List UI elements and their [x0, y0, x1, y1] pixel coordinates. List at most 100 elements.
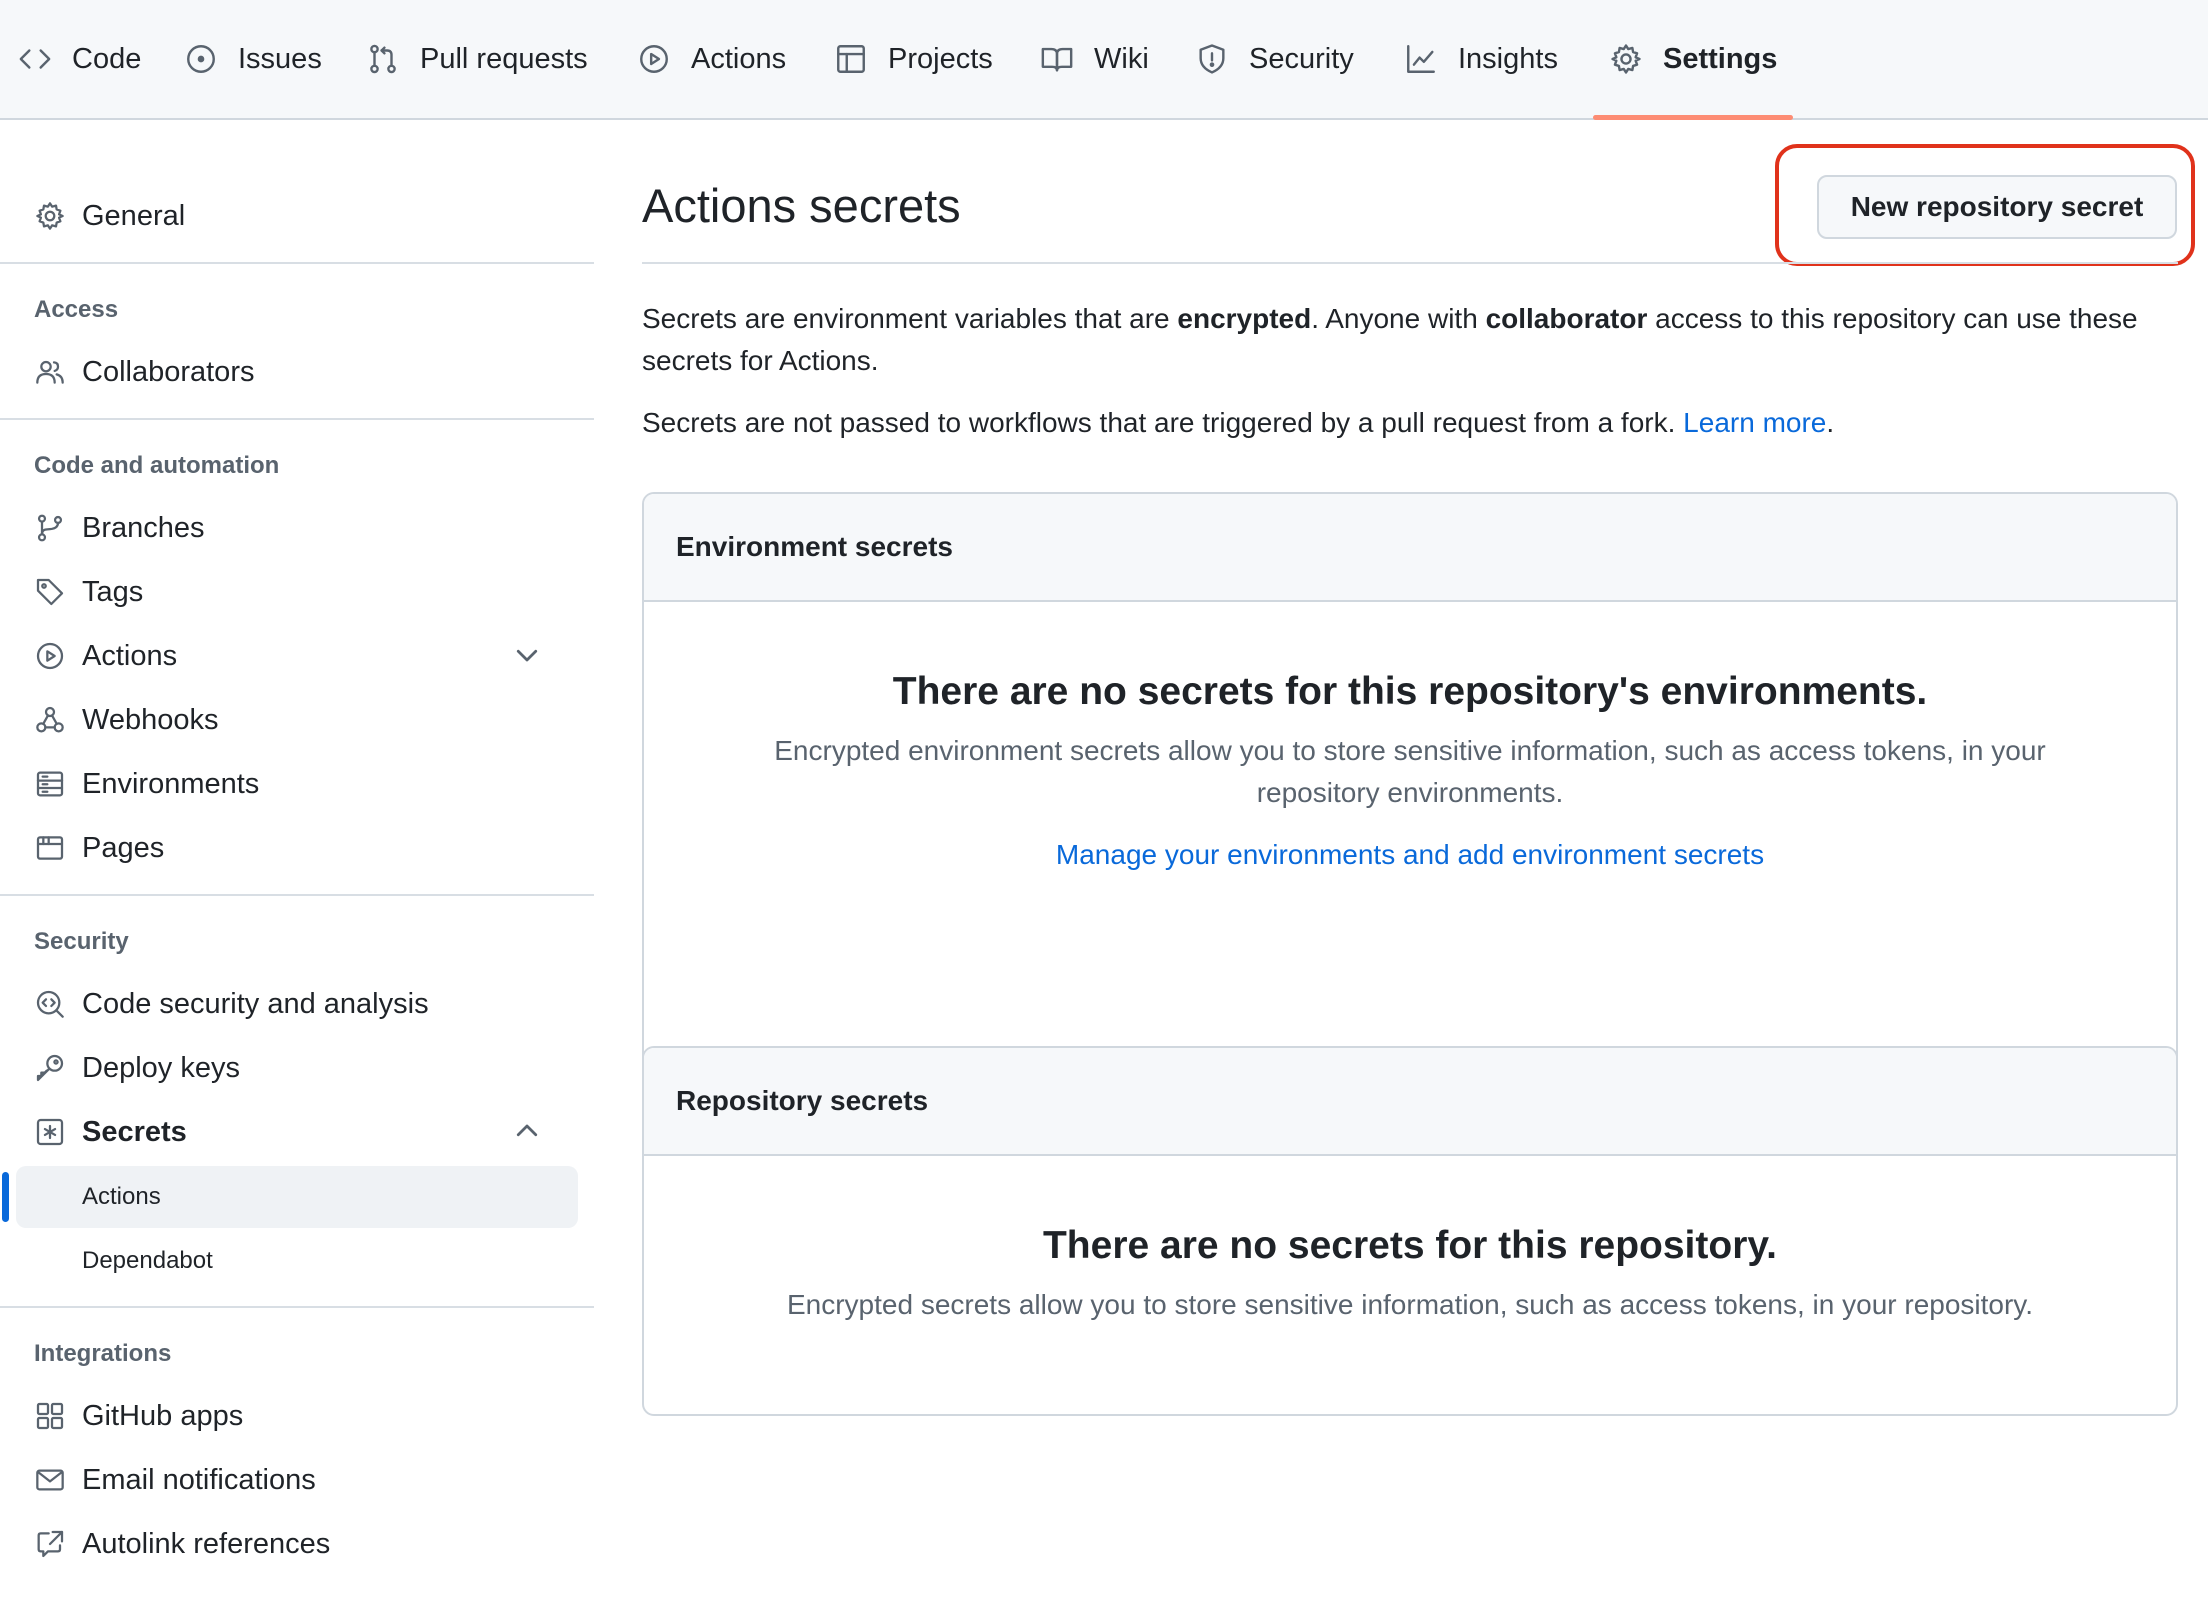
sidebar-item-label: Collaborators	[82, 355, 255, 388]
sidebar-item-code-security[interactable]: Code security and analysis	[16, 974, 578, 1034]
tab-security[interactable]: Security	[1195, 0, 1354, 118]
people-icon	[36, 360, 64, 384]
blankslate-description: Encrypted secrets allow you to store sen…	[786, 1289, 2034, 1320]
sidebar-subitem-secrets-actions[interactable]: Actions	[16, 1166, 578, 1228]
sidebar-item-pages[interactable]: Pages	[16, 818, 578, 878]
sidebar-divider	[0, 262, 594, 264]
tab-label: Security	[1249, 42, 1354, 75]
blankslate-title: There are no secrets for this repository…	[1042, 1224, 1777, 1267]
server-icon	[36, 771, 64, 797]
sidebar-item-actions[interactable]: Actions	[16, 626, 578, 686]
git-pull-request-icon	[370, 44, 396, 74]
sidebar-heading-access: Access	[34, 296, 119, 323]
browser-icon	[36, 836, 64, 860]
sidebar-divider	[0, 1306, 594, 1308]
sidebar-subitem-label: Dependabot	[82, 1247, 213, 1274]
sidebar-item-label: Actions	[82, 639, 178, 672]
sidebar-item-label: Code security and analysis	[82, 987, 429, 1020]
cross-reference-icon	[37, 1530, 64, 1558]
desc-text: Secrets are environment variables that a…	[642, 303, 1178, 334]
repo-nav: Code Issues Pull requests Actions Projec…	[0, 0, 2208, 120]
sidebar-item-email-notifications[interactable]: Email notifications	[16, 1450, 578, 1510]
tab-label: Issues	[238, 42, 322, 75]
play-icon	[36, 642, 64, 670]
blankslate-title: There are no secrets for this repository…	[892, 670, 1928, 713]
page-title: Actions secrets	[642, 179, 961, 232]
codescan-icon	[36, 990, 64, 1018]
sidebar-item-branches[interactable]: Branches	[16, 498, 578, 558]
learn-more-link[interactable]: Learn more	[1683, 407, 1826, 438]
table-icon	[837, 45, 865, 73]
shield-icon	[1199, 44, 1225, 74]
sidebar-item-label: Environments	[82, 767, 260, 800]
tab-label: Projects	[888, 42, 993, 75]
tag-icon	[36, 578, 64, 606]
webhook-icon	[36, 706, 64, 733]
sidebar-item-label: General	[82, 199, 186, 232]
sidebar-item-label: Tags	[82, 575, 144, 608]
sidebar-item-deploy-keys[interactable]: Deploy keys	[16, 1038, 578, 1098]
environment-secrets-box: Environment secrets There are no secrets…	[642, 492, 2178, 1086]
sidebar-divider	[0, 418, 594, 420]
sidebar-item-collaborators[interactable]: Collaborators	[16, 342, 578, 402]
sidebar-heading-security: Security	[34, 928, 129, 955]
sidebar-item-label: Pages	[82, 831, 165, 864]
git-branch-icon	[37, 514, 63, 542]
tab-label: Insights	[1458, 42, 1558, 75]
tab-wiki[interactable]: Wiki	[1040, 0, 1149, 118]
blankslate-description: Encrypted environment secrets allow you …	[774, 735, 2046, 808]
sidebar-item-label: Branches	[82, 511, 205, 544]
selected-indicator	[2, 1172, 9, 1222]
sidebar-subitem-secrets-dependabot[interactable]: Dependabot	[16, 1230, 578, 1292]
desc-bold-collaborator: collaborator	[1485, 303, 1648, 334]
sidebar-item-webhooks[interactable]: Webhooks	[16, 690, 578, 750]
new-repository-secret-button[interactable]: New repository secret	[1817, 175, 2177, 239]
sidebar-item-label: Webhooks	[82, 703, 219, 736]
fork-notice: Secrets are not passed to workflows that…	[642, 402, 2178, 444]
sidebar-item-autolink-references[interactable]: Autolink references	[16, 1514, 578, 1574]
fork-notice-text: Secrets are not passed to workflows that…	[642, 407, 1684, 438]
tab-label: Code	[72, 42, 142, 75]
sidebar-heading-code-automation: Code and automation	[34, 452, 280, 479]
sidebar-item-environments[interactable]: Environments	[16, 754, 578, 814]
tab-label: Settings	[1663, 42, 1778, 75]
sidebar-item-github-apps[interactable]: GitHub apps	[16, 1386, 578, 1446]
repository-secrets-blankslate: There are no secrets for this repository…	[644, 1156, 2176, 1326]
gear-icon	[36, 202, 64, 230]
environment-secrets-blankslate: There are no secrets for this repository…	[644, 602, 2176, 876]
environment-secrets-header: Environment secrets	[644, 494, 2176, 602]
secrets-description: Secrets are environment variables that a…	[642, 298, 2178, 382]
tab-label: Wiki	[1094, 42, 1149, 75]
manage-environments-link[interactable]: Manage your environments and add environ…	[1056, 839, 1764, 870]
tab-settings[interactable]: Settings	[1592, 0, 1794, 120]
key-asterisk-icon	[36, 1118, 64, 1146]
chevron-up-icon	[516, 1124, 538, 1137]
fork-notice-end: .	[1826, 407, 1835, 438]
key-icon	[36, 1054, 64, 1082]
tab-code[interactable]: Code	[18, 0, 141, 118]
book-icon	[1041, 47, 1073, 72]
tab-projects[interactable]: Projects	[834, 0, 993, 118]
sidebar-item-general[interactable]: General	[16, 186, 578, 246]
settings-sidebar: General Access Collaborators Code and au…	[0, 120, 594, 1606]
title-divider	[642, 262, 2178, 264]
main-content: Actions secrets New repository secret Se…	[642, 120, 2195, 1606]
sidebar-item-secrets[interactable]: Secrets	[16, 1102, 578, 1162]
graph-icon	[1407, 45, 1435, 73]
code-icon	[19, 49, 51, 69]
tab-label: Pull requests	[420, 42, 588, 75]
sidebar-subitem-label: Actions	[82, 1183, 161, 1210]
repository-secrets-box: Repository secrets There are no secrets …	[642, 1046, 2178, 1416]
sidebar-heading-integrations: Integrations	[34, 1340, 172, 1367]
tab-label: Actions	[691, 42, 787, 75]
tab-actions[interactable]: Actions	[637, 0, 786, 118]
sidebar-divider	[0, 894, 594, 896]
tab-pull-requests[interactable]: Pull requests	[366, 0, 588, 118]
sidebar-item-label: GitHub apps	[82, 1399, 244, 1432]
apps-icon	[36, 1402, 64, 1430]
issue-opened-icon	[187, 45, 215, 73]
tab-insights[interactable]: Insights	[1404, 0, 1558, 118]
desc-bold-encrypted: encrypted	[1177, 303, 1312, 334]
tab-issues[interactable]: Issues	[184, 0, 322, 118]
sidebar-item-tags[interactable]: Tags	[16, 562, 578, 622]
